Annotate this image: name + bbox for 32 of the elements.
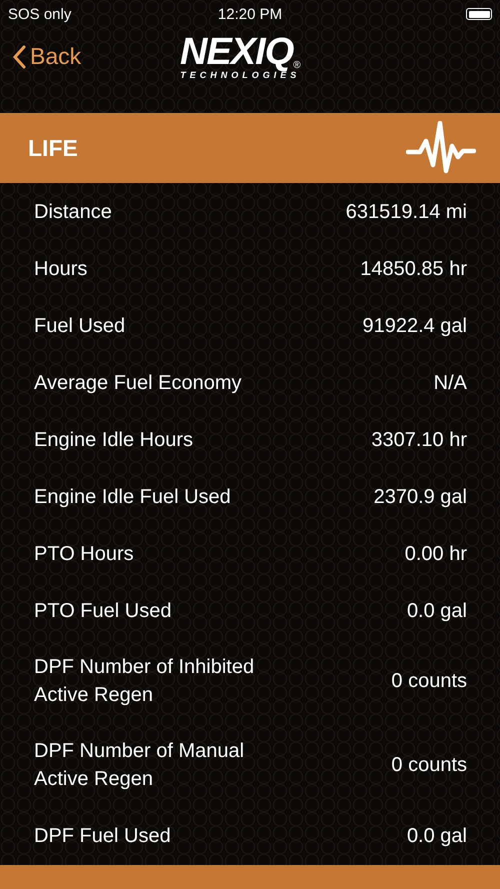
- row-label: Engine Idle Hours: [34, 428, 193, 452]
- row-value: 14850.85 hr: [360, 256, 467, 282]
- row-label: DPF Number of Manual Active Regen: [34, 739, 246, 792]
- row-label: DPF Fuel Used: [34, 824, 171, 848]
- row-label: PTO Fuel Used: [34, 598, 172, 624]
- row-label: Hours: [34, 256, 88, 282]
- chevron-left-icon: [12, 44, 26, 68]
- row-value: 91922.4 gal: [362, 314, 467, 338]
- row-label: Distance: [34, 200, 112, 224]
- row-label: DPF Number of Inhibited Active Regen: [34, 655, 256, 708]
- pulse-icon: [406, 121, 476, 175]
- row-value: N/A: [434, 370, 467, 396]
- section-title: LIFE: [28, 134, 78, 162]
- logo-subtitle: TECHNOLOGIES: [180, 70, 300, 80]
- registered-mark: ®: [293, 60, 301, 71]
- row-value: 631519.14 mi: [346, 200, 467, 224]
- row-value: 0 counts: [391, 753, 467, 778]
- row-label: Fuel Used: [34, 314, 126, 338]
- row-value: 3307.10 hr: [371, 428, 467, 452]
- clock-text: 12:20 PM: [218, 6, 282, 22]
- row-value: 0.0 gal: [406, 598, 467, 624]
- back-button[interactable]: Back: [0, 43, 82, 70]
- logo-text: NEXIQ: [180, 32, 294, 72]
- battery-icon: [466, 8, 492, 20]
- row-value: 0.00 hr: [404, 542, 467, 566]
- row-label: PTO Hours: [34, 542, 134, 566]
- row-label: Engine Idle Fuel Used: [34, 484, 231, 510]
- row-label: Average Fuel Economy: [34, 370, 242, 396]
- row-value: 0.0 gal: [406, 824, 467, 848]
- row-value: 2370.9 gal: [374, 484, 467, 510]
- carrier-text: SOS only: [8, 6, 72, 22]
- row-value: 0 counts: [391, 669, 467, 694]
